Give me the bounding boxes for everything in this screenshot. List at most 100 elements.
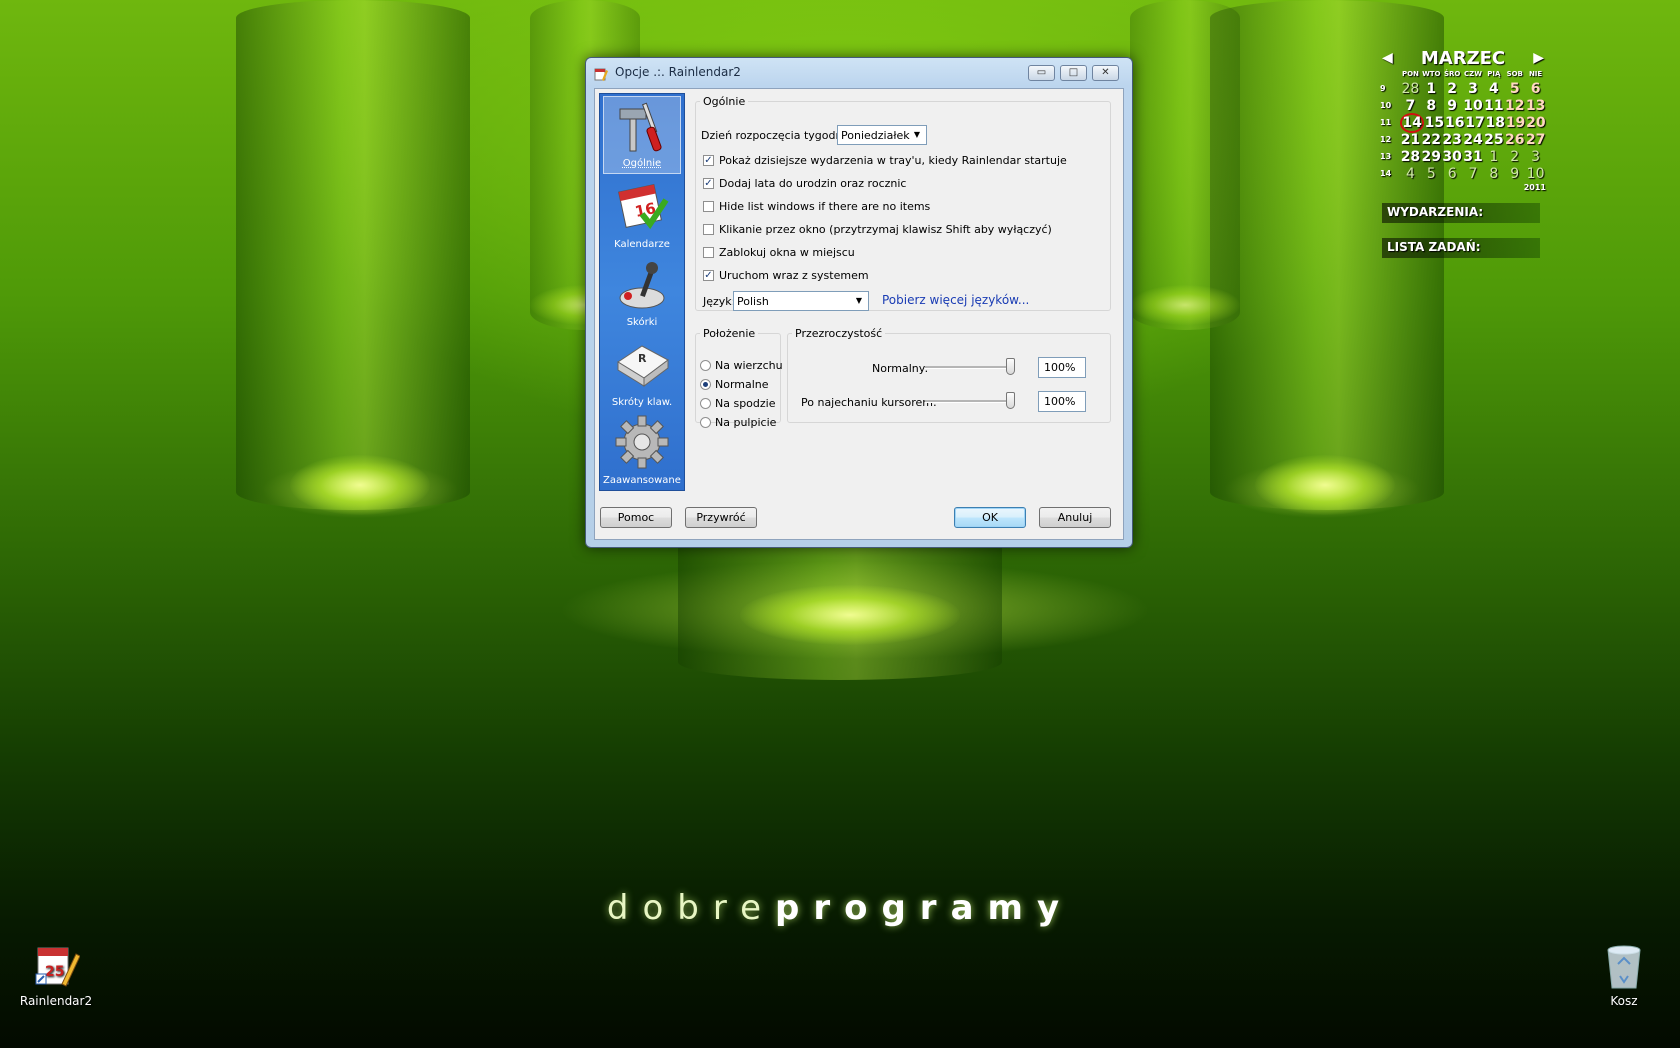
calendar-day[interactable]: 2 <box>1504 149 1525 165</box>
desktop-icon-recycle-bin[interactable]: Kosz <box>1579 944 1669 1008</box>
checkbox-add-years[interactable]: ✓ <box>703 178 714 189</box>
calendar-day[interactable]: 20 <box>1526 115 1546 131</box>
calendar-day[interactable]: 30 <box>1442 149 1463 165</box>
hover-opacity-slider[interactable] <box>925 391 1015 411</box>
events-widget[interactable]: WYDARZENIA: <box>1382 203 1540 223</box>
calendar-day[interactable]: 28 <box>1400 149 1421 165</box>
checkbox-lock-windows[interactable] <box>703 247 714 258</box>
nav-item-skins[interactable]: Skórki <box>603 254 681 332</box>
week-start-select[interactable]: Poniedziałek ▼ <box>837 125 927 145</box>
radio-on-top[interactable] <box>700 360 711 371</box>
close-button[interactable]: ✕ <box>1092 65 1119 81</box>
nav-item-advanced[interactable]: Zaawansowane <box>603 412 681 490</box>
calendar-day[interactable]: 8 <box>1421 98 1442 114</box>
prev-month-arrow-icon[interactable]: ◀ <box>1382 50 1393 66</box>
dialog-title: Opcje .:. Rainlendar2 <box>615 65 741 79</box>
slider-thumb[interactable] <box>1006 392 1015 409</box>
calendar-day[interactable]: 25 <box>1483 132 1504 148</box>
calendar-day[interactable]: 21 <box>1400 132 1421 148</box>
help-button[interactable]: Pomoc <box>600 507 672 528</box>
nav-item-calendars[interactable]: 16 Kalendarze <box>603 176 681 254</box>
calendar-day[interactable]: 24 <box>1463 132 1484 148</box>
calendar-day[interactable]: 7 <box>1400 98 1421 114</box>
calendar-day[interactable]: 10 <box>1463 98 1484 114</box>
background-glow <box>290 455 430 515</box>
week-start-value: Poniedziałek <box>841 129 910 142</box>
calendar-day[interactable]: 7 <box>1463 166 1484 182</box>
dialog-titlebar[interactable]: Opcje .:. Rainlendar2 ▭ □ ✕ <box>586 58 1132 86</box>
calendar-day[interactable]: 28 <box>1400 81 1421 97</box>
calendar-day[interactable]: 18 <box>1485 115 1505 131</box>
week-number: 14 <box>1380 169 1392 178</box>
calendar-widget[interactable]: ◀ MARZEC ▶ PON WTO ŚRO CZW PIĄ SOB NIE 9 28 1 2 3 4… <box>1380 48 1546 192</box>
calendar-day[interactable]: 1 <box>1421 81 1442 97</box>
maximize-button[interactable]: □ <box>1060 65 1087 81</box>
language-value: Polish <box>737 295 769 308</box>
desktop-icon-rainlendar[interactable]: 25 Rainlendar2 <box>11 944 101 1008</box>
calendar-day[interactable]: 1 <box>1483 149 1504 165</box>
language-select[interactable]: Polish ▼ <box>733 291 869 311</box>
calendar-day-today[interactable]: 14 <box>1400 112 1425 133</box>
calendar-day[interactable]: 10 <box>1525 166 1546 182</box>
radio-on-desktop[interactable] <box>700 417 711 428</box>
checkbox-label: Uruchom wraz z systemem <box>719 269 869 282</box>
tasks-widget[interactable]: LISTA ZADAŃ: <box>1382 238 1540 258</box>
calendar-day[interactable]: 27 <box>1525 132 1546 148</box>
calendar-day[interactable]: 9 <box>1442 98 1463 114</box>
calendar-day[interactable]: 3 <box>1525 149 1546 165</box>
calendar-day[interactable]: 13 <box>1525 98 1546 114</box>
checkbox-click-through[interactable] <box>703 224 714 235</box>
calendar-day[interactable]: 16 <box>1445 115 1465 131</box>
calendar-day[interactable]: 22 <box>1421 132 1442 148</box>
nav-item-shortcuts[interactable]: R Skróty klaw. <box>603 334 681 412</box>
normal-opacity-input[interactable]: 100% <box>1038 357 1086 378</box>
weekday-label: PON <box>1401 70 1419 78</box>
tasks-label: LISTA ZADAŃ: <box>1387 240 1481 254</box>
calendar-day[interactable]: 3 <box>1463 81 1484 97</box>
calendar-day[interactable]: 29 <box>1421 149 1442 165</box>
radio-normal[interactable] <box>700 379 711 390</box>
calendar-day[interactable]: 12 <box>1504 98 1525 114</box>
checkbox-run-with-system[interactable]: ✓ <box>703 270 714 281</box>
calendar-day[interactable]: 6 <box>1442 166 1463 182</box>
radio-on-bottom[interactable] <box>700 398 711 409</box>
checkbox-label: Dodaj lata do urodzin oraz rocznic <box>719 177 907 190</box>
hover-opacity-input[interactable]: 100% <box>1038 391 1086 412</box>
calendar-day[interactable]: 15 <box>1424 115 1444 131</box>
more-languages-link[interactable]: Pobierz więcej języków... <box>882 293 1029 307</box>
calendar-day[interactable]: 4 <box>1400 166 1421 182</box>
nav-item-general[interactable]: Ogólnie <box>603 96 681 174</box>
calendar-day[interactable]: 23 <box>1442 132 1463 148</box>
calendar-day[interactable]: 6 <box>1525 81 1546 97</box>
minimize-button[interactable]: ▭ <box>1028 65 1055 81</box>
calendar-grid: 9 28 1 2 3 4 5 6 10 7 8 9 10 11 12 13 11 14 15 16 17 18 19 20 12… <box>1380 80 1546 182</box>
language-label: Język: <box>703 295 736 308</box>
checkbox-show-today-tray[interactable]: ✓ <box>703 155 714 166</box>
cancel-button[interactable]: Anuluj <box>1039 507 1111 528</box>
slider-thumb[interactable] <box>1006 358 1015 375</box>
calendar-day[interactable]: 8 <box>1483 166 1504 182</box>
calendar-day[interactable]: 9 <box>1504 166 1525 182</box>
calendar-day[interactable]: 17 <box>1465 115 1485 131</box>
checkbox-label: Hide list windows if there are no items <box>719 200 931 213</box>
calendar-day[interactable]: 5 <box>1421 166 1442 182</box>
next-month-arrow-icon[interactable]: ▶ <box>1533 50 1544 66</box>
calendar-day[interactable]: 31 <box>1463 149 1484 165</box>
calendar-day[interactable]: 19 <box>1505 115 1525 131</box>
ok-button[interactable]: OK <box>954 507 1026 528</box>
restore-button[interactable]: Przywróć <box>685 507 757 528</box>
calendar-day[interactable]: 26 <box>1504 132 1525 148</box>
calendar-day[interactable]: 2 <box>1442 81 1463 97</box>
calendar-day[interactable]: 4 <box>1483 81 1504 97</box>
normal-opacity-slider[interactable] <box>925 357 1015 377</box>
nav-item-label: Skróty klaw. <box>611 397 673 408</box>
background-glow <box>1130 285 1240 325</box>
week-number: 11 <box>1380 118 1392 127</box>
checkbox-hide-list-windows[interactable] <box>703 201 714 212</box>
checkbox-label: Zablokuj okna w miejscu <box>719 246 855 259</box>
calendar-icon: 16 <box>612 178 672 234</box>
calendar-day[interactable]: 11 <box>1483 98 1504 114</box>
calendar-day[interactable]: 5 <box>1504 81 1525 97</box>
keyboard-key-icon: R <box>612 336 672 392</box>
calendar-week-row: 10 7 8 9 10 11 12 13 <box>1380 97 1546 114</box>
